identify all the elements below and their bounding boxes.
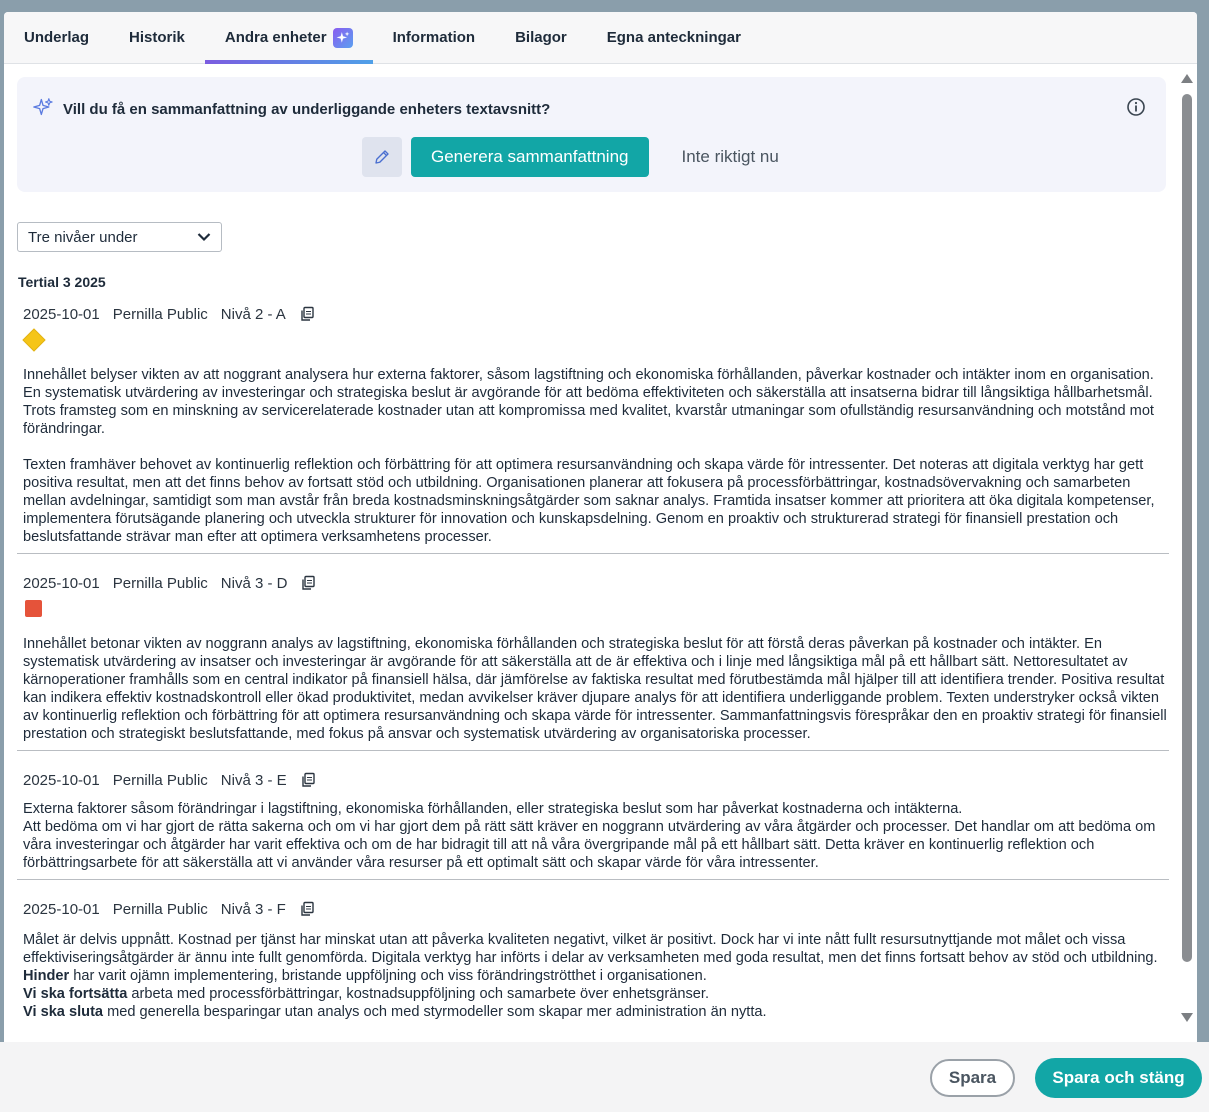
status-diamond-icon (22, 328, 46, 352)
entry-paragraph: Texten framhäver behovet av kontinuerlig… (23, 457, 1155, 545)
entry-date: 2025-10-01 (23, 900, 100, 918)
tab-egna-anteckningar[interactable]: Egna anteckningar (587, 12, 761, 63)
tab-historik[interactable]: Historik (109, 12, 205, 63)
scrollbar[interactable] (1181, 72, 1193, 1022)
entry-date: 2025-10-01 (23, 574, 100, 592)
entry-unit: Nivå 2 - A (220, 305, 286, 323)
status-square-icon (25, 600, 42, 617)
scroll-down-arrow-icon[interactable] (1181, 1013, 1193, 1022)
edit-prompt-button[interactable] (362, 137, 402, 177)
entry-author: Pernilla Public (112, 305, 208, 323)
bold-label: Vi ska sluta (23, 1004, 104, 1020)
save-and-close-button[interactable]: Spara och stäng (1035, 1058, 1202, 1098)
bold-label: Vi ska fortsätta (23, 986, 128, 1002)
list-item: 2025-10-01 Pernilla Public Nivå 2 - A In… (17, 304, 1169, 554)
entry-author: Pernilla Public (112, 771, 208, 789)
bold-label: Hinder (23, 968, 70, 984)
copy-icon[interactable] (299, 901, 315, 917)
ai-summary-prompt: Vill du få en sammanfattning av underlig… (17, 77, 1166, 192)
scroll-up-arrow-icon[interactable] (1181, 74, 1193, 83)
dialog-footer: Spara Spara och stäng (0, 1042, 1209, 1112)
list-item: 2025-10-01 Pernilla Public Nivå 3 - D In… (17, 573, 1169, 751)
level-select[interactable]: Tre nivåer under (17, 222, 222, 252)
entry-paragraph: Innehållet betonar vikten av noggrann an… (23, 636, 1167, 742)
entry-author: Pernilla Public (112, 574, 208, 592)
tab-bilagor[interactable]: Bilagor (495, 12, 587, 63)
entry-paragraph: Att bedöma om vi har gjort de rätta sake… (23, 819, 1156, 871)
ai-sparkle-icon (332, 27, 353, 48)
entry-unit: Nivå 3 - F (220, 900, 286, 918)
tab-bar: Underlag Historik Andra enheter Informat… (4, 12, 1197, 64)
entry-unit: Nivå 3 - E (220, 771, 287, 789)
copy-icon[interactable] (300, 575, 316, 591)
chevron-down-icon (197, 229, 211, 246)
ai-sparkle-icon (33, 97, 53, 121)
dialog-panel: Underlag Historik Andra enheter Informat… (4, 12, 1197, 1042)
entry-paragraph: Innehållet belyser vikten av att noggran… (23, 367, 1154, 437)
copy-icon[interactable] (299, 306, 315, 322)
generate-summary-button[interactable]: Generera sammanfattning (411, 137, 649, 177)
scrollbar-thumb[interactable] (1182, 94, 1192, 962)
not-now-button[interactable]: Inte riktigt nu (658, 137, 803, 177)
list-item: 2025-10-01 Pernilla Public Nivå 3 - F Må… (17, 899, 1169, 1028)
entry-date: 2025-10-01 (23, 771, 100, 789)
tab-information[interactable]: Information (373, 12, 496, 63)
tab-andra-enheter[interactable]: Andra enheter (204, 12, 373, 64)
period-title: Tertial 3 2025 (18, 274, 106, 290)
tab-underlag[interactable]: Underlag (4, 12, 109, 63)
save-button[interactable]: Spara (930, 1059, 1015, 1097)
entry-author: Pernilla Public (112, 900, 208, 918)
tab-content: Vill du få en sammanfattning av underlig… (4, 65, 1179, 1042)
list-item: 2025-10-01 Pernilla Public Nivå 3 - E Ex… (17, 770, 1169, 880)
entry-paragraph: Målet är delvis uppnått. Kostnad per tjä… (23, 932, 1158, 966)
entry-paragraph: Externa faktorer såsom förändringar i la… (23, 801, 963, 817)
ai-question-text: Vill du få en sammanfattning av underlig… (63, 100, 551, 118)
copy-icon[interactable] (300, 772, 316, 788)
info-icon[interactable] (1126, 97, 1146, 117)
pencil-icon (375, 150, 389, 164)
entry-date: 2025-10-01 (23, 305, 100, 323)
entry-unit: Nivå 3 - D (220, 574, 288, 592)
